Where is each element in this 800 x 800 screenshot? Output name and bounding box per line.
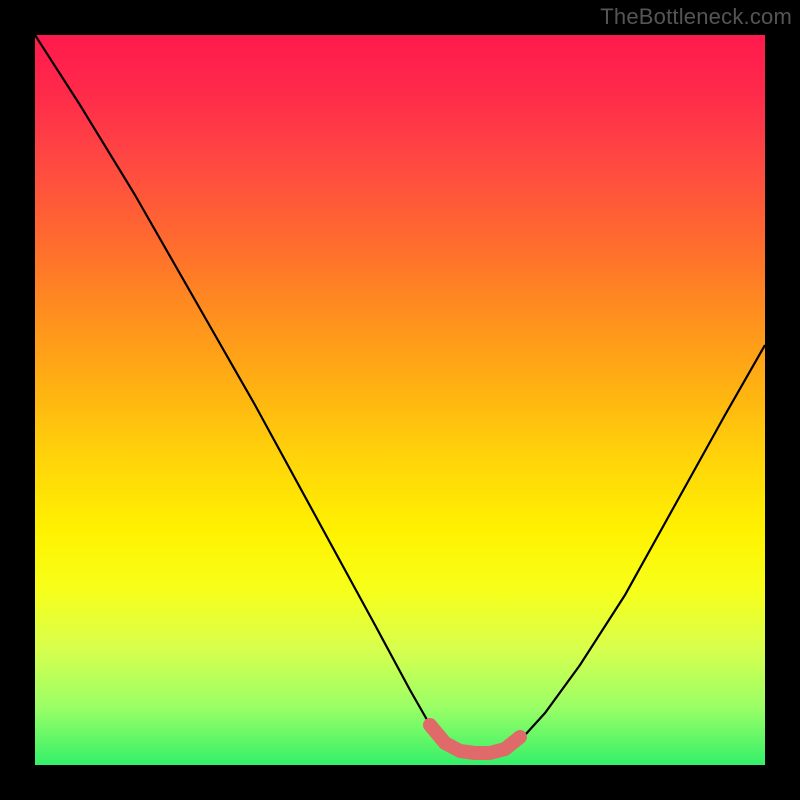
watermark-text: TheBottleneck.com xyxy=(600,4,792,30)
chart-frame: TheBottleneck.com xyxy=(0,0,800,800)
plot-area xyxy=(35,35,765,765)
trough-marker xyxy=(430,725,520,753)
bottleneck-curve xyxy=(35,35,765,753)
curve-svg xyxy=(35,35,765,765)
